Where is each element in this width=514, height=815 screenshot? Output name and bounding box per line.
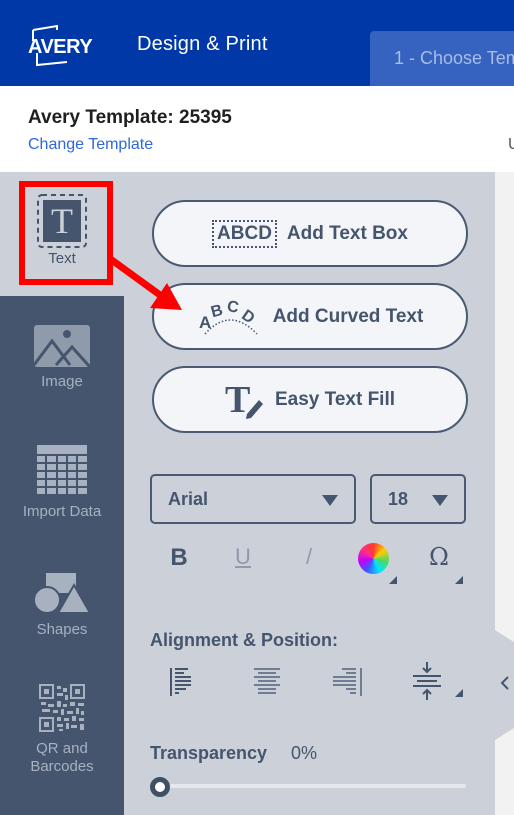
bold-button[interactable]: B	[164, 544, 194, 584]
easy-text-fill-button[interactable]: T Easy Text Fill	[152, 366, 468, 433]
align-left-icon[interactable]	[168, 662, 204, 702]
add-curved-text-button[interactable]: A B C D Add Curved Text	[152, 283, 468, 350]
font-family-value: Arial	[168, 489, 209, 509]
partial-menu-text[interactable]: U	[508, 136, 514, 154]
table-icon	[37, 445, 87, 494]
color-wheel-icon	[358, 543, 389, 574]
svg-text:T: T	[225, 380, 250, 420]
vertical-position-icon[interactable]	[408, 662, 448, 702]
step-tab-choose-template[interactable]: 1 - Choose Template	[370, 31, 514, 86]
sidebar-item-shapes[interactable]: Shapes	[0, 573, 124, 639]
template-title: Avery Template: 25395	[28, 107, 232, 128]
svg-text:D: D	[238, 306, 257, 327]
text-icon: T	[37, 194, 87, 248]
sidebar-label-qr-line2: Barcodes	[30, 758, 94, 775]
chevron-down-icon	[432, 495, 448, 506]
svg-text:T: T	[51, 201, 73, 241]
change-template-link[interactable]: Change Template	[28, 136, 153, 154]
text-box-icon: ABCD	[212, 219, 277, 248]
transparency-slider-track[interactable]	[160, 784, 466, 788]
sidebar-item-qr-barcodes[interactable]: QR and Barcodes	[0, 684, 124, 776]
font-family-select[interactable]: Arial	[150, 474, 356, 524]
chevron-down-icon	[322, 495, 338, 506]
template-info-bar: Avery Template: 25395 Change Template U	[0, 86, 514, 172]
app-header: AVERY Design & Print 1 - Choose Template	[0, 0, 514, 86]
transparency-label: Transparency	[150, 743, 268, 763]
transparency-slider-handle[interactable]	[150, 777, 170, 797]
underline-button[interactable]: U	[228, 544, 258, 584]
font-size-select[interactable]: 18	[370, 474, 466, 524]
text-fill-icon: T	[225, 380, 263, 420]
sidebar-item-image[interactable]: Image	[0, 325, 124, 391]
shapes-icon	[34, 573, 90, 613]
alignment-label: Alignment & Position:	[150, 630, 338, 650]
sidebar-label-shapes: Shapes	[36, 621, 88, 638]
sidebar-item-text[interactable]: T Text	[0, 172, 124, 296]
add-text-box-label: Add Text Box	[286, 222, 408, 244]
add-text-box-button[interactable]: ABCD Add Text Box	[152, 200, 468, 267]
collapse-panel-tab[interactable]	[495, 630, 514, 740]
dropdown-corner-icon	[455, 689, 463, 697]
special-characters-button[interactable]: Ω	[424, 543, 454, 583]
sidebar-label-image: Image	[41, 373, 83, 390]
curved-text-icon: A B C D	[199, 298, 257, 335]
align-right-icon[interactable]	[328, 662, 364, 702]
qr-code-icon	[39, 684, 85, 732]
image-icon	[34, 325, 90, 367]
svg-text:B: B	[209, 301, 225, 320]
sidebar-label-qr-line1: QR and	[36, 740, 88, 757]
sidebar-label-import-data: Import Data	[22, 503, 102, 520]
add-curved-text-label: Add Curved Text	[272, 305, 424, 327]
svg-text:C: C	[225, 298, 240, 317]
svg-text:AVERY: AVERY	[28, 36, 93, 58]
italic-button[interactable]: /	[294, 544, 324, 584]
transparency-value: 0%	[291, 743, 318, 763]
font-size-value: 18	[388, 489, 409, 509]
svg-text:A: A	[199, 313, 211, 332]
dropdown-corner-icon	[389, 576, 397, 584]
easy-text-fill-label: Easy Text Fill	[274, 388, 396, 410]
sidebar-item-import-data[interactable]: Import Data	[0, 445, 124, 521]
app-title: Design & Print	[137, 33, 268, 55]
avery-logo[interactable]: AVERY	[27, 23, 125, 67]
sidebar-label-text: Text	[48, 250, 76, 267]
align-center-icon[interactable]	[248, 662, 284, 702]
dropdown-corner-icon	[455, 576, 463, 584]
